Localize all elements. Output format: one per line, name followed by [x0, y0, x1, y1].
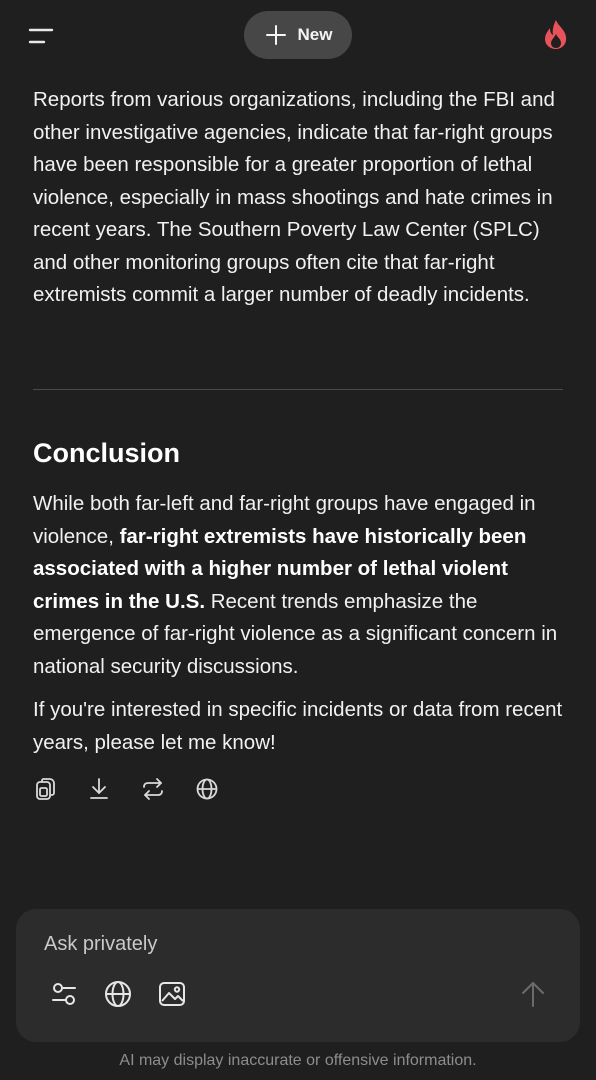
- message-actions: [33, 776, 219, 802]
- regenerate-icon[interactable]: [141, 776, 165, 802]
- copy-icon[interactable]: [33, 776, 57, 802]
- intro-paragraph: Reports from various organizations, incl…: [33, 88, 555, 306]
- response-intro: Reports from various organizations, incl…: [33, 84, 563, 312]
- plus-icon: [264, 23, 288, 47]
- image-icon[interactable]: [157, 979, 187, 1009]
- followup-block: If you're interested in specific inciden…: [33, 694, 563, 759]
- top-bar: New: [0, 0, 596, 72]
- arrow-up-icon[interactable]: [518, 979, 548, 1009]
- followup-paragraph: If you're interested in specific inciden…: [33, 698, 563, 754]
- new-chat-button[interactable]: New: [244, 11, 352, 59]
- prompt-input[interactable]: [44, 929, 504, 959]
- composer: [16, 909, 580, 1042]
- flame-logo-icon: [539, 18, 573, 52]
- new-chat-label: New: [297, 25, 333, 44]
- globe-icon[interactable]: [195, 776, 219, 802]
- disclaimer-text: AI may display inaccurate or offensive i…: [119, 1052, 477, 1069]
- web-search-icon[interactable]: [103, 979, 133, 1009]
- section-heading: Conclusion: [33, 438, 180, 468]
- menu-icon[interactable]: [22, 20, 60, 52]
- section-divider: [33, 389, 563, 390]
- download-icon[interactable]: [87, 776, 111, 802]
- conclusion-paragraph: While both far-left and far-right groups…: [33, 488, 563, 683]
- filters-icon[interactable]: [49, 979, 79, 1009]
- conclusion-block: While both far-left and far-right groups…: [33, 488, 563, 683]
